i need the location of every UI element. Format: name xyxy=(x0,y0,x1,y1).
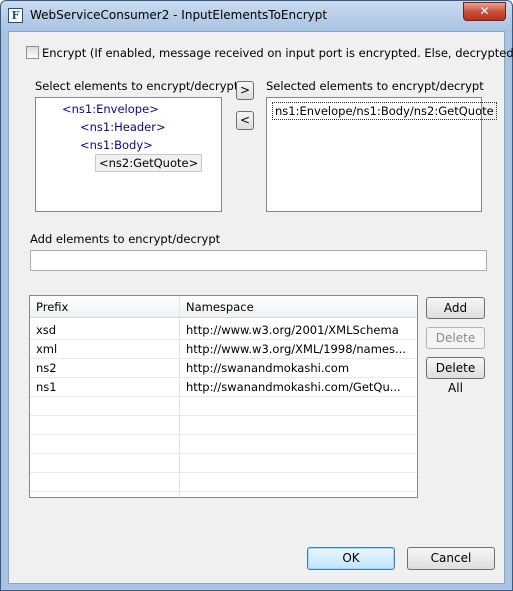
app-icon: F xyxy=(8,8,23,23)
prefix-cell: ns2 xyxy=(36,361,57,375)
namespace-cell: http://www.w3.org/2001/XMLSchema xyxy=(186,323,399,337)
tree-item-header[interactable]: <ns1:Header> xyxy=(80,120,166,134)
title-bar[interactable]: F WebServiceConsumer2 - InputElementsToE… xyxy=(1,1,512,31)
encrypt-label: Encrypt (If enabled, message received on… xyxy=(42,46,513,60)
tree-item-body[interactable]: <ns1:Body> xyxy=(80,138,153,152)
table-row[interactable]: xsd http://www.w3.org/2001/XMLSchema xyxy=(30,321,417,340)
tree-item-getquote[interactable]: <ns2:GetQuote> xyxy=(95,154,203,172)
add-elements-input[interactable] xyxy=(30,250,487,271)
cancel-button[interactable]: Cancel xyxy=(407,547,495,570)
namespace-table[interactable]: Prefix Namespace xsd http://www.w3.org/2… xyxy=(29,295,418,498)
add-namespace-button[interactable]: Add xyxy=(426,297,485,319)
namespace-cell: http://swanandmokashi.com/GetQu... xyxy=(186,380,401,394)
dialog-window: F WebServiceConsumer2 - InputElementsToE… xyxy=(0,0,513,591)
source-tree[interactable]: <ns1:Envelope> <ns1:Header> <ns1:Body> <… xyxy=(35,97,222,212)
table-row[interactable]: ns2 http://swanandmokashi.com xyxy=(30,359,417,378)
table-row-empty[interactable] xyxy=(30,454,417,473)
move-left-button[interactable]: < xyxy=(236,111,254,130)
delete-namespace-button[interactable]: Delete xyxy=(426,327,485,349)
delete-all-namespaces-button[interactable]: Delete All xyxy=(426,357,485,395)
selected-list-label: Selected elements to encrypt/decrypt xyxy=(266,79,484,93)
namespace-cell: http://swanandmokashi.com xyxy=(186,361,350,375)
add-elements-label: Add elements to encrypt/decrypt xyxy=(30,232,221,246)
table-row[interactable]: xml http://www.w3.org/XML/1998/names... xyxy=(30,340,417,359)
dialog-body: Encrypt (If enabled, message received on… xyxy=(8,31,513,584)
column-header-namespace[interactable]: Namespace xyxy=(180,296,417,318)
table-row-empty[interactable] xyxy=(30,416,417,435)
source-list-label: Select elements to encrypt/decrypt xyxy=(35,79,239,93)
column-header-prefix[interactable]: Prefix xyxy=(30,296,180,318)
window-title: WebServiceConsumer2 - InputElementsToEnc… xyxy=(30,8,328,22)
table-row-empty[interactable] xyxy=(30,473,417,492)
prefix-cell: xsd xyxy=(36,323,57,337)
move-right-button[interactable]: > xyxy=(236,81,254,100)
encrypt-checkbox[interactable] xyxy=(26,46,39,59)
tree-item-envelope[interactable]: <ns1:Envelope> xyxy=(62,102,159,116)
prefix-cell: xml xyxy=(36,342,58,356)
ok-button[interactable]: OK xyxy=(307,547,395,570)
table-row-empty[interactable] xyxy=(30,435,417,454)
selected-list-item[interactable]: ns1:Envelope/ns1:Body/ns2:GetQuote xyxy=(272,102,497,120)
prefix-cell: ns1 xyxy=(36,380,57,394)
selected-list[interactable]: ns1:Envelope/ns1:Body/ns2:GetQuote xyxy=(266,97,497,212)
close-button[interactable]: ✕ xyxy=(463,2,506,21)
table-row[interactable]: ns1 http://swanandmokashi.com/GetQu... xyxy=(30,378,417,397)
namespace-cell: http://www.w3.org/XML/1998/names... xyxy=(186,342,406,356)
table-row-empty[interactable] xyxy=(30,397,417,416)
